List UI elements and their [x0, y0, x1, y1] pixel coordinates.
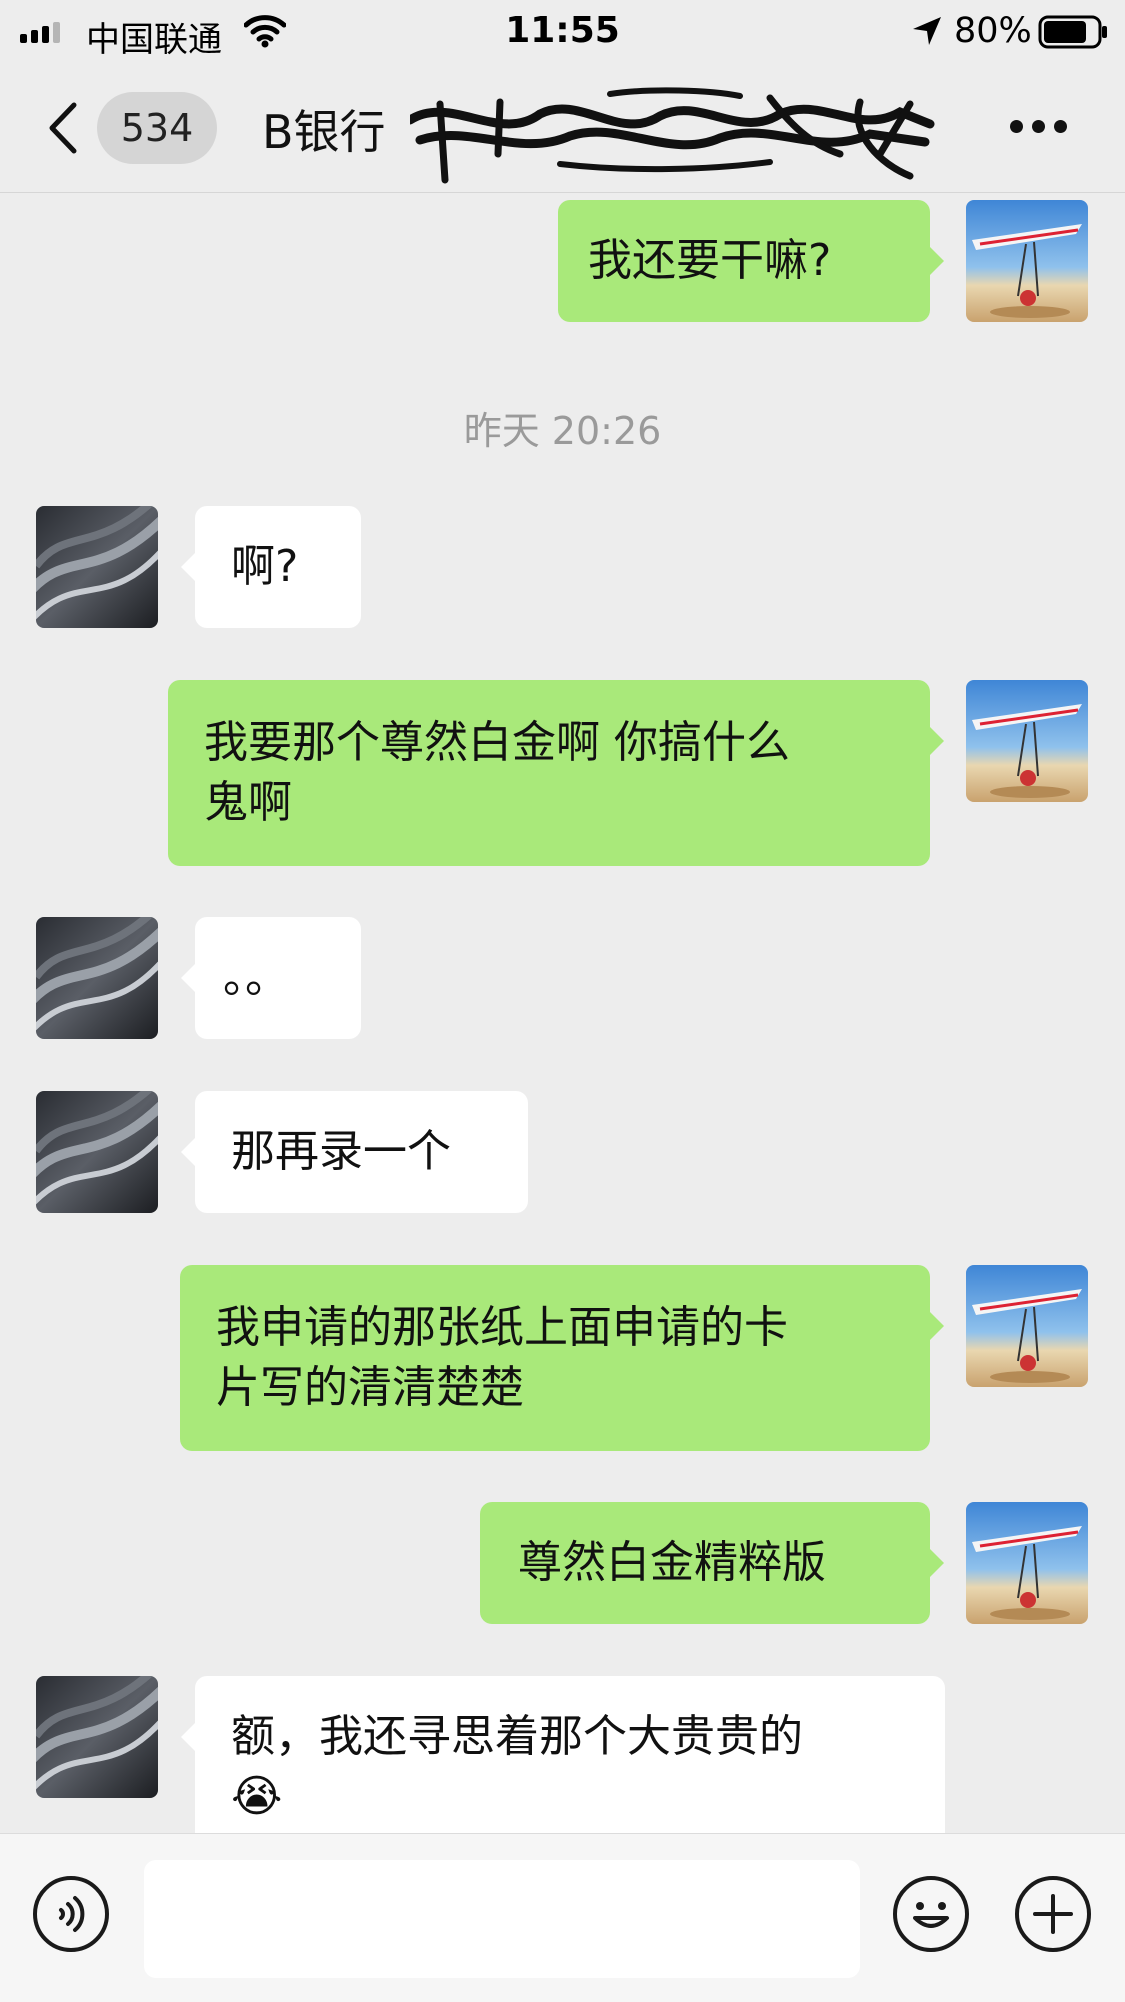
message-text: 尊然白金精粹版: [518, 1537, 826, 1588]
my-avatar[interactable]: [966, 1265, 1088, 1387]
plus-icon[interactable]: [1015, 1876, 1091, 1952]
battery-percentage: 80%: [954, 11, 1032, 51]
message-text: 我还要干嘛?: [588, 235, 832, 286]
message-text-line: 鬼啊: [204, 777, 292, 828]
message-text: 啊?: [231, 541, 299, 592]
more-dots-icon[interactable]: [1010, 120, 1067, 133]
message-bubble-outgoing[interactable]: 尊然白金精粹版: [480, 1502, 944, 1624]
my-avatar[interactable]: [966, 680, 1088, 802]
message-bubble-outgoing[interactable]: 我要那个尊然白金啊 你搞什么 鬼啊: [168, 680, 944, 866]
message-bubble-incoming[interactable]: 那再录一个: [181, 1091, 528, 1213]
message-text: 那再录一个: [231, 1126, 451, 1177]
crying-laughing-emoji: 😭: [231, 1771, 283, 1822]
message-timestamp: 昨天 20:26: [463, 409, 662, 453]
message-bubble-incoming[interactable]: 啊?: [181, 506, 361, 628]
chevron-left-icon[interactable]: [44, 101, 84, 155]
contact-avatar[interactable]: [36, 1676, 158, 1798]
contact-avatar[interactable]: [36, 1091, 158, 1213]
message-text-line: 片写的清清楚楚: [216, 1362, 524, 1413]
contact-avatar[interactable]: [36, 917, 158, 1039]
voice-icon[interactable]: [33, 1876, 109, 1952]
smiley-icon[interactable]: [893, 1876, 969, 1952]
message-bubble-outgoing[interactable]: 我申请的那张纸上面申请的卡 片写的清清楚楚: [180, 1265, 944, 1451]
location-arrow-icon: [913, 17, 941, 45]
chat-input-bar: [0, 1833, 1125, 2002]
message-text-line: 我要那个尊然白金啊 你搞什么: [204, 717, 790, 768]
contact-avatar[interactable]: [36, 506, 158, 628]
status-bar: 中国联通 11:55 80%: [0, 0, 1125, 64]
message-bubble-outgoing[interactable]: 我还要干嘛?: [558, 200, 944, 322]
message-bubble-incoming[interactable]: 。。: [181, 917, 361, 1039]
message-text: 。。: [223, 952, 289, 1003]
my-avatar[interactable]: [966, 1502, 1088, 1624]
battery-icon: [1038, 15, 1107, 49]
chat-header: 534 B银行: [0, 64, 1125, 193]
redaction-scribble: [410, 87, 935, 184]
message-text-line: 我申请的那张纸上面申请的卡: [216, 1302, 788, 1353]
unread-count-badge[interactable]: 534: [97, 92, 217, 164]
message-text-line: 额，我还寻思着那个大贵贵的: [231, 1711, 803, 1762]
message-input[interactable]: [144, 1860, 860, 1978]
my-avatar[interactable]: [966, 200, 1088, 322]
chat-title: B银行: [262, 105, 386, 159]
